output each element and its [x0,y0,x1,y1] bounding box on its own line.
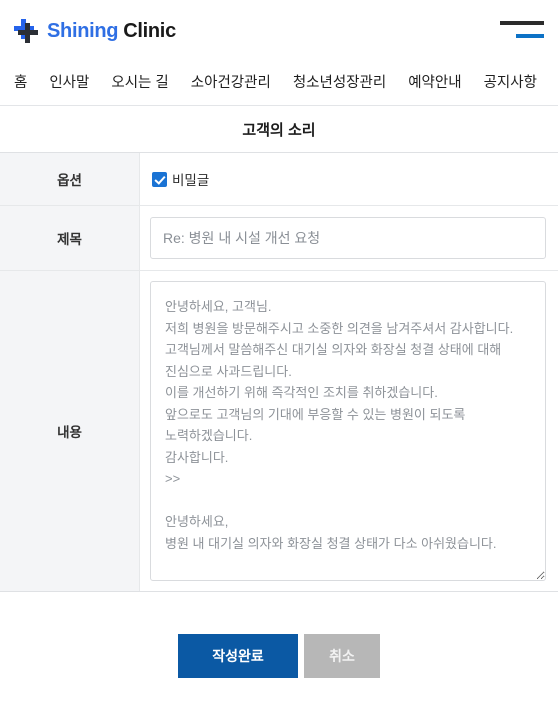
nav-item-reservation[interactable]: 예약안내 [408,76,461,91]
brand-name: Shining Clinic [47,21,176,41]
form-row-content: 내용 [0,271,558,591]
option-label: 옵션 [0,153,140,205]
form-row-subject: 제목 [0,206,558,271]
content-label: 내용 [0,271,140,591]
content-field [140,271,558,591]
brand-name-primary: Shining [47,20,119,42]
secret-post-checkbox-wrap[interactable]: 비밀글 [152,169,209,189]
brand-name-secondary: Clinic [123,20,176,42]
secret-post-checkbox-label: 비밀글 [172,173,210,188]
subject-field [140,206,558,270]
main-navigation: 홈 인사말 오시는 길 소아건강관리 청소년성장관리 예약안내 공지사항 [0,62,558,106]
menu-bar-bottom [516,34,544,38]
nav-item-home[interactable]: 홈 [14,76,27,91]
option-field: 비밀글 [140,153,558,205]
form-row-option: 옵션 비밀글 [0,153,558,206]
menu-bar-top [500,21,544,25]
site-header: Shining Clinic [0,0,558,62]
nav-item-pediatric-care[interactable]: 소아건강관리 [191,76,271,91]
form-actions: 작성완료 취소 [0,592,558,678]
nav-item-greeting[interactable]: 인사말 [49,76,89,91]
subject-label: 제목 [0,206,140,270]
medical-cross-icon [14,19,38,43]
submit-button[interactable]: 작성완료 [178,634,298,678]
post-form: 옵션 비밀글 제목 내용 [0,153,558,592]
nav-item-directions[interactable]: 오시는 길 [111,76,168,91]
subject-input[interactable] [150,217,546,259]
nav-item-notice[interactable]: 공지사항 [484,76,537,91]
nav-item-adolescent-growth[interactable]: 청소년성장관리 [293,76,386,91]
brand-logo[interactable]: Shining Clinic [14,19,176,43]
page-title: 고객의 소리 [0,106,558,153]
cancel-button[interactable]: 취소 [304,634,380,678]
secret-post-checkbox[interactable] [152,171,167,187]
hamburger-menu-icon[interactable] [500,17,544,43]
content-textarea[interactable] [150,281,546,581]
